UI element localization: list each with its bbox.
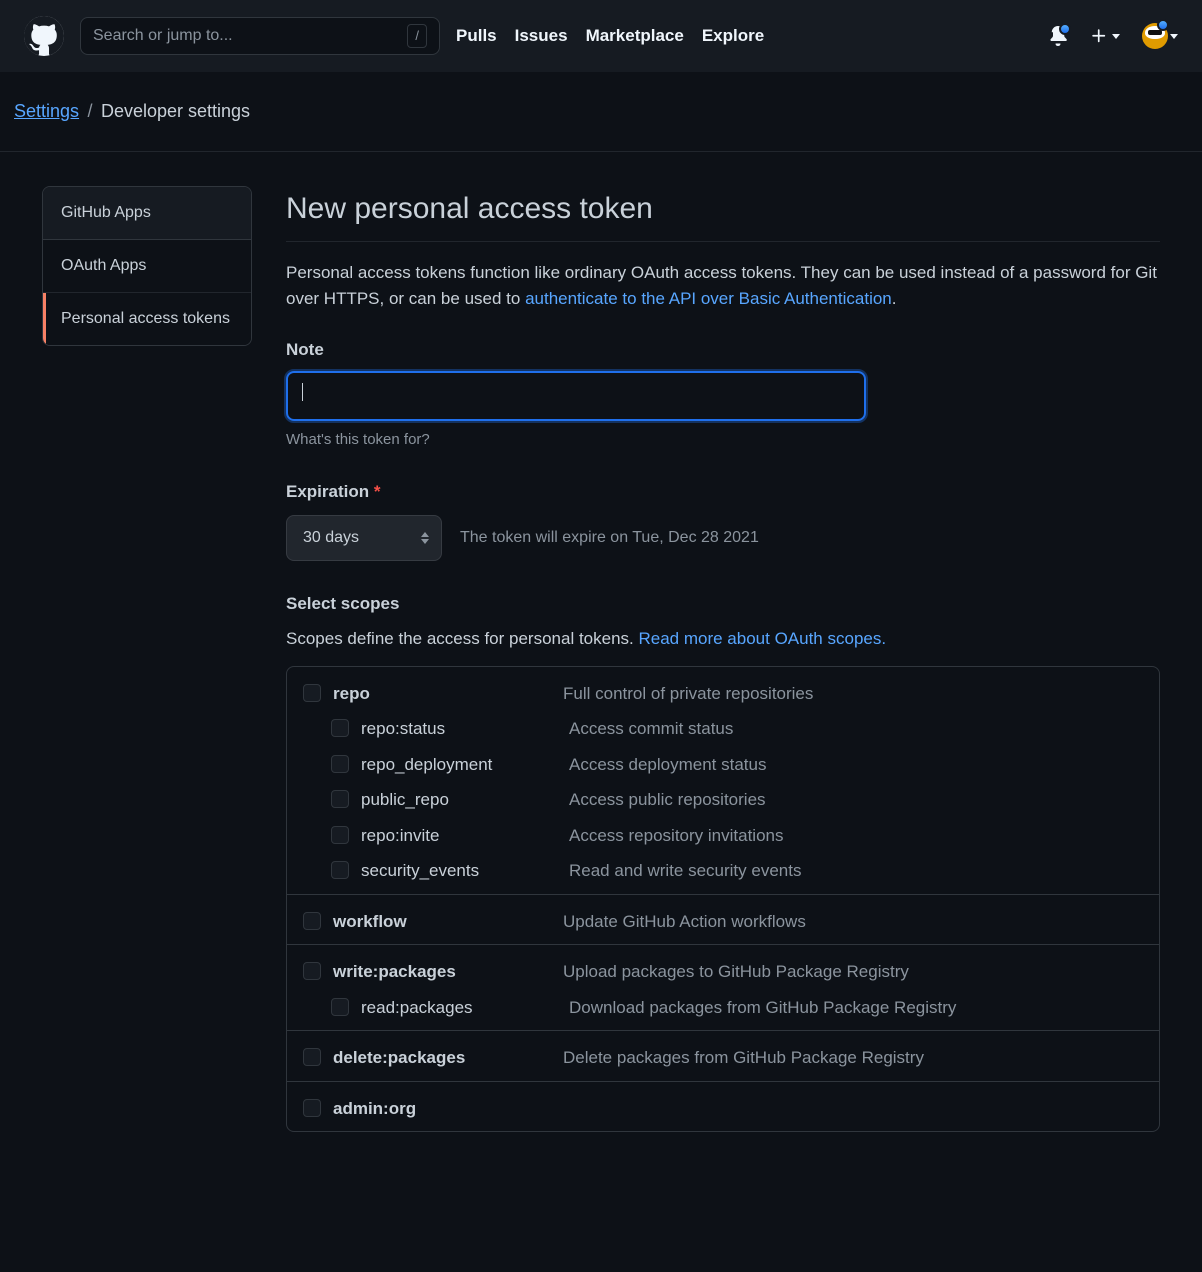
scope-desc: Access repository invitations bbox=[569, 823, 1143, 849]
scope-checkbox[interactable] bbox=[331, 755, 349, 773]
side-nav: GitHub Apps OAuth Apps Personal access t… bbox=[42, 186, 252, 346]
expiration-select-value: 30 days bbox=[303, 529, 359, 546]
scope-name: repo_deployment bbox=[361, 752, 569, 778]
expiration-select[interactable]: 30 days bbox=[286, 515, 442, 561]
avatar-status-dot-icon bbox=[1157, 19, 1169, 31]
main-content: New personal access token Personal acces… bbox=[286, 186, 1160, 1132]
top-nav: Pulls Issues Marketplace Explore bbox=[456, 23, 764, 49]
scope-row: repo_deploymentAccess deployment status bbox=[303, 752, 1143, 778]
top-bar: / Pulls Issues Marketplace Explore bbox=[0, 0, 1202, 72]
user-menu-button[interactable] bbox=[1142, 23, 1178, 49]
scope-name: public_repo bbox=[361, 787, 569, 813]
scope-group: repoFull control of private repositories… bbox=[287, 667, 1159, 895]
scopes-subtext: Scopes define the access for personal to… bbox=[286, 626, 1160, 652]
sidenav-personal-access-tokens[interactable]: Personal access tokens bbox=[43, 293, 251, 345]
nav-issues[interactable]: Issues bbox=[515, 23, 568, 49]
scope-checkbox[interactable] bbox=[331, 790, 349, 808]
note-hint: What's this token for? bbox=[286, 429, 1160, 452]
scope-group: workflowUpdate GitHub Action workflows bbox=[287, 895, 1159, 946]
note-label: Note bbox=[286, 337, 1160, 363]
breadcrumb: Settings / Developer settings bbox=[0, 72, 1202, 152]
main-container: GitHub Apps OAuth Apps Personal access t… bbox=[0, 152, 1202, 1166]
scope-name: write:packages bbox=[333, 959, 563, 985]
plus-icon bbox=[1090, 27, 1108, 45]
sidenav-github-apps[interactable]: GitHub Apps bbox=[43, 187, 251, 240]
breadcrumb-settings-link[interactable]: Settings bbox=[14, 101, 79, 121]
scope-name: read:packages bbox=[361, 995, 569, 1021]
scope-checkbox[interactable] bbox=[303, 962, 321, 980]
search-input-wrap[interactable]: / bbox=[80, 17, 440, 55]
scope-desc: Access deployment status bbox=[569, 752, 1143, 778]
scope-desc: Update GitHub Action workflows bbox=[563, 909, 1143, 935]
scope-row: repo:statusAccess commit status bbox=[303, 716, 1143, 742]
scope-name: workflow bbox=[333, 909, 563, 935]
expiration-hint: The token will expire on Tue, Dec 28 202… bbox=[460, 526, 759, 550]
scopes-heading: Select scopes bbox=[286, 591, 1160, 617]
scope-desc: Read and write security events bbox=[569, 858, 1143, 884]
scope-checkbox[interactable] bbox=[331, 719, 349, 737]
scope-checkbox[interactable] bbox=[331, 826, 349, 844]
nav-explore[interactable]: Explore bbox=[702, 23, 764, 49]
scope-checkbox[interactable] bbox=[331, 998, 349, 1016]
expiration-label: Expiration * bbox=[286, 479, 1160, 505]
scope-name: repo:status bbox=[361, 716, 569, 742]
scope-row: repoFull control of private repositories bbox=[303, 681, 1143, 707]
scope-row: public_repoAccess public repositories bbox=[303, 787, 1143, 813]
scope-row: workflowUpdate GitHub Action workflows bbox=[303, 909, 1143, 935]
caret-down-icon bbox=[1170, 34, 1178, 39]
scope-desc: Upload packages to GitHub Package Regist… bbox=[563, 959, 1143, 985]
notification-dot-icon bbox=[1059, 23, 1071, 35]
select-caret-icon bbox=[421, 532, 429, 544]
scope-row: write:packagesUpload packages to GitHub … bbox=[303, 959, 1143, 985]
nav-marketplace[interactable]: Marketplace bbox=[586, 23, 684, 49]
scope-row: delete:packagesDelete packages from GitH… bbox=[303, 1045, 1143, 1071]
scope-checkbox[interactable] bbox=[331, 861, 349, 879]
top-bar-right bbox=[1048, 23, 1178, 49]
scope-checkbox[interactable] bbox=[303, 912, 321, 930]
intro-link[interactable]: authenticate to the API over Basic Authe… bbox=[525, 289, 892, 308]
nav-pulls[interactable]: Pulls bbox=[456, 23, 497, 49]
scope-desc: Delete packages from GitHub Package Regi… bbox=[563, 1045, 1143, 1071]
scope-desc: Full control of private repositories bbox=[563, 681, 1143, 707]
scope-row: read:packagesDownload packages from GitH… bbox=[303, 995, 1143, 1021]
search-input[interactable] bbox=[93, 27, 407, 45]
scope-name: repo bbox=[333, 681, 563, 707]
notifications-button[interactable] bbox=[1048, 26, 1068, 46]
slash-key-icon: / bbox=[407, 24, 427, 48]
scope-name: delete:packages bbox=[333, 1045, 563, 1071]
github-logo-icon[interactable] bbox=[24, 16, 64, 56]
intro-text: Personal access tokens function like ord… bbox=[286, 260, 1160, 311]
create-new-button[interactable] bbox=[1090, 27, 1120, 45]
sidenav-oauth-apps[interactable]: OAuth Apps bbox=[43, 240, 251, 293]
scope-desc: Download packages from GitHub Package Re… bbox=[569, 995, 1143, 1021]
scope-name: security_events bbox=[361, 858, 569, 884]
scope-checkbox[interactable] bbox=[303, 1099, 321, 1117]
note-input[interactable] bbox=[286, 371, 866, 421]
breadcrumb-current: Developer settings bbox=[101, 101, 250, 121]
scope-name: repo:invite bbox=[361, 823, 569, 849]
scope-group: delete:packagesDelete packages from GitH… bbox=[287, 1031, 1159, 1082]
intro-text-b: . bbox=[892, 289, 897, 308]
scope-row: repo:inviteAccess repository invitations bbox=[303, 823, 1143, 849]
page-title: New personal access token bbox=[286, 186, 1160, 242]
required-star-icon: * bbox=[374, 482, 381, 501]
scope-desc: Access public repositories bbox=[569, 787, 1143, 813]
scope-checkbox[interactable] bbox=[303, 684, 321, 702]
scope-checkbox[interactable] bbox=[303, 1048, 321, 1066]
scope-row: security_eventsRead and write security e… bbox=[303, 858, 1143, 884]
scope-group: write:packagesUpload packages to GitHub … bbox=[287, 945, 1159, 1031]
scope-group: admin:org bbox=[287, 1082, 1159, 1132]
scopes-box: repoFull control of private repositories… bbox=[286, 666, 1160, 1133]
breadcrumb-separator: / bbox=[88, 101, 93, 121]
caret-down-icon bbox=[1112, 34, 1120, 39]
scope-row: admin:org bbox=[303, 1096, 1143, 1122]
scopes-learn-more-link[interactable]: Read more about OAuth scopes. bbox=[638, 629, 886, 648]
scope-desc: Access commit status bbox=[569, 716, 1143, 742]
scope-name: admin:org bbox=[333, 1096, 563, 1122]
